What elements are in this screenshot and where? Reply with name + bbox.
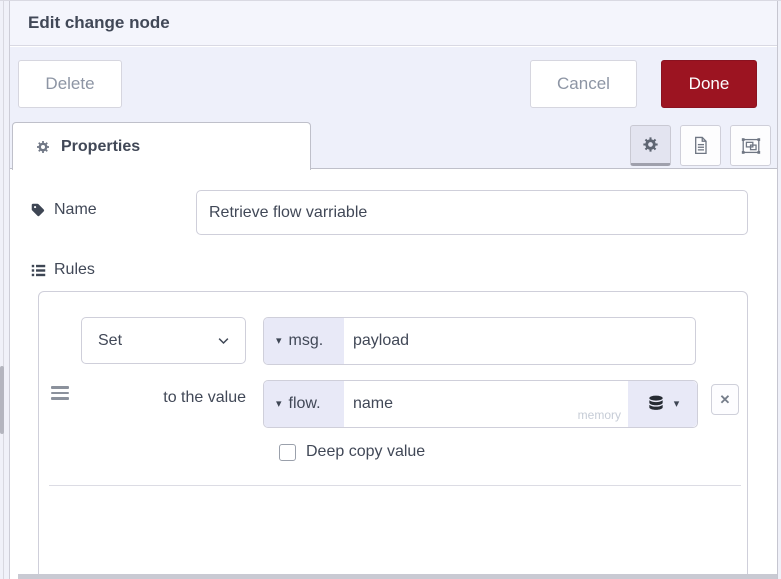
properties-tab-button[interactable] [630, 125, 671, 166]
list-icon [30, 262, 47, 279]
deep-copy-row: Deep copy value [279, 443, 425, 461]
name-label: Name [54, 201, 97, 218]
store-hint-label: memory [577, 408, 621, 422]
workspace-right-strip [777, 1, 781, 579]
context-store-button[interactable]: ▾ [628, 381, 697, 427]
chevron-down-icon [216, 333, 231, 348]
rule-value-input[interactable]: ▾ flow. name memory ▾ [263, 380, 698, 428]
deep-copy-label: Deep copy value [306, 443, 426, 460]
caret-down-icon: ▾ [673, 397, 680, 410]
tag-icon [30, 202, 46, 218]
description-tab-button[interactable] [680, 125, 721, 166]
dialog-button-bar: Delete Cancel Done [10, 47, 777, 121]
caret-down-icon: ▾ [276, 334, 282, 347]
deep-copy-checkbox[interactable] [279, 443, 296, 461]
gear-icon [35, 139, 51, 155]
rule-target-prefix: msg. [288, 332, 324, 349]
object-group-icon [740, 135, 762, 157]
rules-label: Rules [54, 261, 95, 278]
rule-value-type-button[interactable]: ▾ flow. [264, 381, 344, 427]
edit-change-node-dialog: Edit change node Delete Cancel Done Prop… [0, 0, 781, 579]
caret-down-icon: ▾ [276, 397, 282, 410]
file-text-icon [690, 135, 711, 156]
name-input[interactable] [196, 190, 748, 235]
done-button[interactable]: Done [661, 60, 757, 108]
rule-target-input[interactable]: ▾ msg. payload [263, 317, 696, 365]
rule-action-select[interactable]: Set [81, 317, 246, 364]
drag-handle-icon[interactable] [51, 386, 69, 400]
rule-target-value[interactable]: payload [344, 318, 695, 364]
rules-section-label: Rules [30, 261, 95, 279]
dialog-header: Edit change node [10, 1, 777, 46]
delete-button[interactable]: Delete [18, 60, 122, 108]
workspace-left-strip [0, 1, 10, 579]
dialog-title: Edit change node [28, 13, 170, 32]
cancel-button[interactable]: Cancel [530, 60, 637, 108]
to-the-value-label: to the value [163, 389, 246, 406]
rule-divider [49, 485, 741, 486]
appearance-tab-button[interactable] [730, 125, 771, 166]
tab-properties-label: Properties [61, 137, 141, 155]
remove-rule-button[interactable]: ✕ [711, 384, 739, 415]
rule-action-value: Set [98, 331, 123, 349]
tab-properties[interactable]: Properties [12, 122, 311, 170]
properties-form: Name Rules Set [10, 170, 777, 579]
scrollbar-thumb[interactable] [0, 366, 4, 434]
gear-icon [641, 135, 660, 154]
rule-target-type-button[interactable]: ▾ msg. [264, 318, 344, 364]
name-field-label: Name [30, 201, 97, 219]
tab-bar: Properties [10, 121, 777, 170]
rule-value-prefix: flow. [288, 395, 321, 412]
dialog-bottom-edge [18, 574, 777, 579]
database-icon [646, 394, 666, 414]
dialog-panel: Edit change node Delete Cancel Done Prop… [10, 1, 777, 579]
divider [3, 1, 4, 579]
rules-list: Set ▾ msg. payload to the value ▾ flow. … [38, 291, 748, 579]
